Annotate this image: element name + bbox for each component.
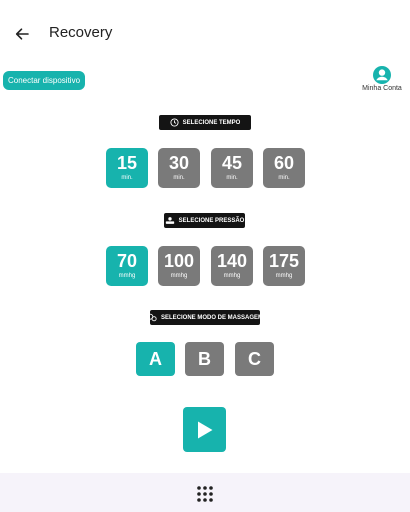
pressure-gauge-icon	[165, 217, 174, 224]
account-button[interactable]: Minha Conta	[359, 65, 405, 97]
time-option-60[interactable]: 60 min.	[263, 148, 305, 188]
option-unit: min.	[226, 175, 238, 181]
option-unit: min.	[121, 175, 133, 181]
massage-section-text: SELECIONE MODO DE MASSAGEM	[161, 314, 264, 321]
massage-section-label: SELECIONE MODO DE MASSAGEM	[147, 310, 264, 325]
time-option-15[interactable]: 15 min.	[106, 148, 148, 188]
option-value: 175	[268, 251, 300, 271]
pressure-section-text: SELECIONE PRESSÃO	[178, 217, 245, 224]
option-unit: mmhg	[118, 273, 136, 279]
bottom-navigation-bar	[0, 473, 410, 512]
option-unit: mmhg	[275, 273, 293, 279]
option-value: 140	[216, 251, 248, 271]
pressure-section-label: SELECIONE PRESSÃO	[164, 213, 245, 228]
pressure-option-140[interactable]: 140 mmhg	[211, 246, 253, 286]
option-unit: mmhg	[223, 273, 241, 279]
option-unit: mmhg	[170, 273, 188, 279]
option-value: 100	[163, 251, 195, 271]
time-option-45[interactable]: 45 min.	[211, 148, 253, 188]
time-section-text: SELECIONE TEMPO	[182, 119, 241, 126]
grid-dots-icon[interactable]	[196, 485, 214, 503]
pressure-option-175[interactable]: 175 mmhg	[263, 246, 305, 286]
app-bar: Recovery	[0, 0, 410, 68]
massage-mode-b[interactable]: B	[185, 342, 224, 376]
back-arrow-icon[interactable]	[10, 22, 34, 46]
massage-mode-a[interactable]: A	[136, 342, 175, 376]
option-unit: min.	[278, 175, 290, 181]
time-option-30[interactable]: 30 min.	[158, 148, 200, 188]
massage-mode-c[interactable]: C	[235, 342, 274, 376]
connect-device-button[interactable]: Conectar dispositivo	[3, 71, 86, 90]
page-title: Recovery	[49, 24, 113, 41]
option-value: 15	[116, 153, 138, 173]
clock-icon	[170, 118, 179, 127]
option-value: 60	[273, 153, 295, 173]
option-value: 30	[168, 153, 190, 173]
pressure-option-100[interactable]: 100 mmhg	[158, 246, 200, 286]
massage-icon	[147, 313, 157, 322]
play-button[interactable]	[183, 407, 226, 452]
account-label: Minha Conta	[362, 85, 402, 92]
user-circle-icon	[373, 66, 391, 84]
time-section-label: SELECIONE TEMPO	[159, 115, 251, 130]
option-unit: min.	[173, 175, 185, 181]
option-value: 70	[116, 251, 138, 271]
option-value: 45	[221, 153, 243, 173]
pressure-option-70[interactable]: 70 mmhg	[106, 246, 148, 286]
play-icon	[197, 421, 212, 438]
